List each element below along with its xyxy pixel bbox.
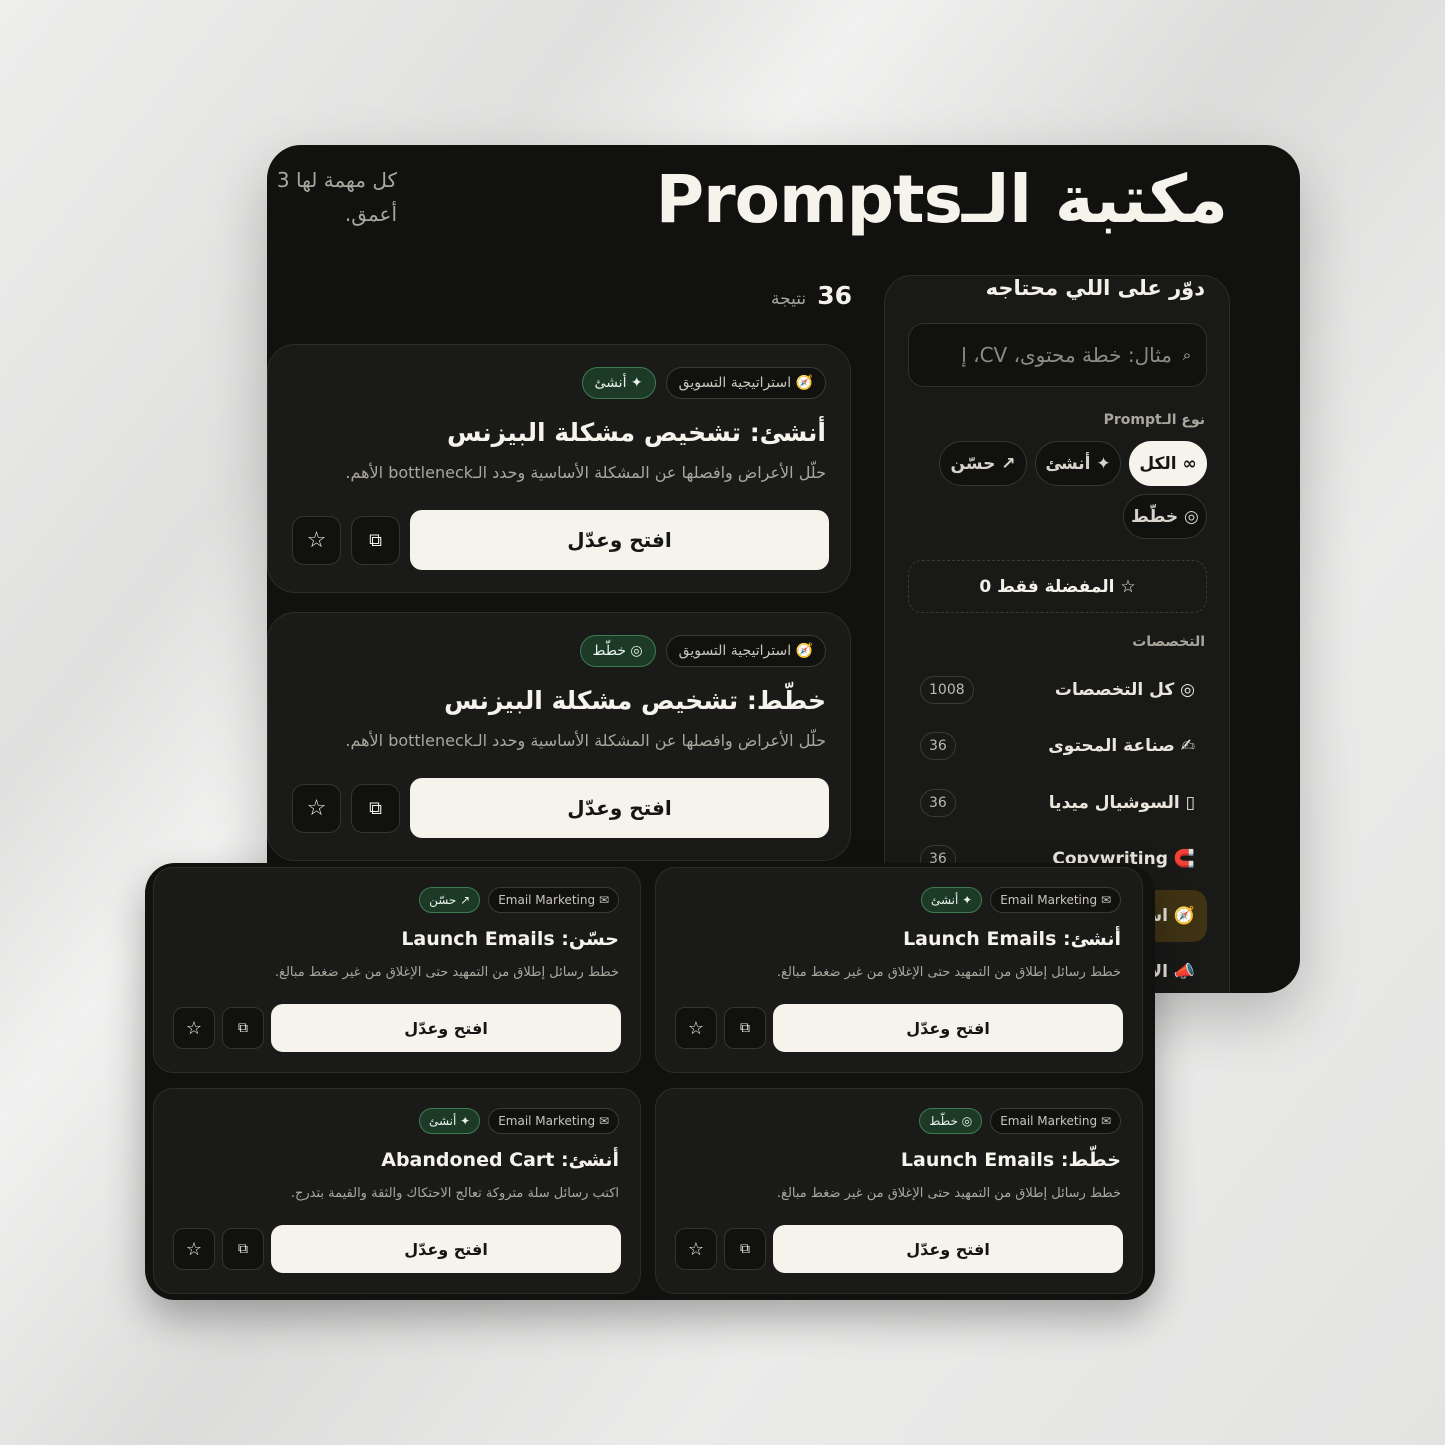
page-title: مكتبة الـPrompts [655, 161, 1229, 238]
card-title: حسّن: Launch Emails [401, 928, 619, 950]
card-title: أنشئ: Launch Emails [903, 928, 1121, 950]
favorites-only-toggle[interactable]: ☆ المفضلة فقط 0 [908, 560, 1207, 613]
category-tag: ✉ Email Marketing [990, 887, 1121, 913]
page-description: كل مهمة لها 3 أعمق. [276, 168, 397, 226]
card-title: أنشئ: تشخيص مشكلة البيزنس [446, 418, 826, 447]
card-tags: ✉ Email Marketing ↗ حسّن [419, 887, 619, 913]
star-icon: ☆ [306, 528, 327, 553]
prompt-card: ✉ Email Marketing ↗ حسّن حسّن: Launch Em… [153, 867, 641, 1073]
copy-button[interactable]: ⧉ [351, 516, 400, 565]
type-tag: ↗ حسّن [419, 887, 481, 913]
specialty-item-social-media[interactable]: ▯ السوشيال ميديا 36 [908, 777, 1207, 829]
specialty-label: ◎ كل التخصصات [1054, 680, 1195, 700]
category-tag: 🧭 استراتيجية التسويق [665, 367, 826, 399]
card-title: خطّط: Launch Emails [900, 1149, 1121, 1171]
results-count: 36 نتيجة [771, 281, 852, 310]
category-tag: ✉ Email Marketing [488, 887, 619, 913]
card-title: خطّط: تشخيص مشكلة البيزنس [444, 686, 826, 715]
prompt-card: ✉ Email Marketing ✦ أنشئ أنشئ: Abandoned… [153, 1088, 641, 1294]
filter-chip-plan[interactable]: ◎ خطّط [1123, 494, 1207, 539]
category-tag: ✉ Email Marketing [488, 1108, 619, 1134]
copy-button[interactable]: ⧉ [222, 1007, 264, 1049]
copy-button[interactable]: ⧉ [222, 1228, 264, 1270]
copy-icon: ⧉ [740, 1020, 750, 1036]
favorite-button[interactable]: ☆ [675, 1007, 717, 1049]
card-description: خطط رسائل إطلاق من التمهيد حتى الإغلاق م… [274, 965, 619, 980]
card-tags: 🧭 استراتيجية التسويق ◎ خطّط [579, 635, 826, 667]
category-tag: 🧭 استراتيجية التسويق [665, 635, 826, 667]
type-tag: ✦ أنشئ [581, 367, 656, 399]
specialty-count: 36 [920, 732, 956, 760]
specialties-label: التخصصات [1132, 634, 1205, 650]
card-description: حلّل الأعراض وافصلها عن المشكلة الأساسية… [345, 463, 826, 482]
filter-chip-improve[interactable]: ↗ حسّن [939, 441, 1027, 486]
results-number: 36 [817, 281, 852, 310]
card-description: اكتب رسائل سلة متروكة تعالج الاحتكاك وال… [290, 1186, 619, 1201]
specialty-count: 1008 [920, 676, 974, 704]
filter-chip-all[interactable]: ∞ الكل [1129, 441, 1207, 486]
category-tag: ✉ Email Marketing [990, 1108, 1121, 1134]
star-icon: ☆ [185, 1017, 203, 1039]
copy-button[interactable]: ⧉ [724, 1228, 766, 1270]
copy-icon: ⧉ [238, 1241, 248, 1257]
card-tags: ✉ Email Marketing ✦ أنشئ [418, 1108, 619, 1134]
open-edit-button[interactable]: افتح وعدّل [410, 778, 829, 838]
specialty-label: ✍ صناعة المحتوى [1048, 736, 1195, 756]
favorite-button[interactable]: ☆ [173, 1228, 215, 1270]
type-tag: ◎ خطّط [579, 635, 656, 667]
copy-icon: ⧉ [740, 1241, 750, 1257]
prompt-cards-grid-window: ✉ Email Marketing ✦ أنشئ أنشئ: Launch Em… [145, 863, 1155, 1300]
filter-chip-create[interactable]: ✦ أنشئ [1035, 441, 1121, 486]
open-edit-button[interactable]: افتح وعدّل [773, 1225, 1123, 1273]
prompt-card: 🧭 استراتيجية التسويق ✦ أنشئ أنشئ: تشخيص … [267, 344, 851, 593]
copy-icon: ⧉ [369, 530, 382, 551]
card-tags: 🧭 استراتيجية التسويق ✦ أنشئ [581, 367, 826, 399]
open-edit-button[interactable]: افتح وعدّل [410, 510, 829, 570]
star-icon: ☆ [185, 1238, 203, 1260]
results-label: نتيجة [771, 289, 807, 309]
card-tags: ✉ Email Marketing ✦ أنشئ [920, 887, 1121, 913]
favorite-button[interactable]: ☆ [292, 784, 341, 833]
prompt-card: ✉ Email Marketing ✦ أنشئ أنشئ: Launch Em… [655, 867, 1143, 1073]
type-tag: ◎ خطّط [919, 1108, 983, 1134]
type-tag: ✦ أنشئ [418, 1108, 481, 1134]
copy-button[interactable]: ⧉ [724, 1007, 766, 1049]
specialty-label: ▯ السوشيال ميديا [1048, 793, 1195, 813]
card-description: حلّل الأعراض وافصلها عن المشكلة الأساسية… [345, 731, 826, 750]
search-input[interactable] [923, 343, 1172, 367]
search-icon: ⌕ [1182, 346, 1192, 364]
star-icon: ☆ [687, 1238, 705, 1260]
search-box[interactable]: ⌕ [908, 323, 1207, 387]
sidebar-title: دوّر على اللي محتاجه [985, 276, 1205, 300]
card-title: أنشئ: Abandoned Cart [381, 1149, 619, 1171]
card-description: خطط رسائل إطلاق من التمهيد حتى الإغلاق م… [776, 1186, 1121, 1201]
open-edit-button[interactable]: افتح وعدّل [271, 1225, 621, 1273]
copy-icon: ⧉ [369, 798, 382, 819]
open-edit-button[interactable]: افتح وعدّل [271, 1004, 621, 1052]
card-description: خطط رسائل إطلاق من التمهيد حتى الإغلاق م… [776, 965, 1121, 980]
type-tag: ✦ أنشئ [920, 887, 983, 913]
copy-icon: ⧉ [238, 1020, 248, 1036]
specialty-item-content[interactable]: ✍ صناعة المحتوى 36 [908, 720, 1207, 772]
star-icon: ☆ [306, 796, 327, 821]
card-tags: ✉ Email Marketing ◎ خطّط [919, 1108, 1121, 1134]
star-icon: ☆ [687, 1017, 705, 1039]
specialty-count: 36 [920, 789, 956, 817]
copy-button[interactable]: ⧉ [351, 784, 400, 833]
prompt-card: 🧭 استراتيجية التسويق ◎ خطّط خطّط: تشخيص … [267, 612, 851, 861]
prompt-card: ✉ Email Marketing ◎ خطّط خطّط: Launch Em… [655, 1088, 1143, 1294]
specialty-item-all[interactable]: ◎ كل التخصصات 1008 [908, 664, 1207, 716]
prompt-type-label: نوع الـPrompt [1103, 412, 1205, 428]
favorite-button[interactable]: ☆ [675, 1228, 717, 1270]
open-edit-button[interactable]: افتح وعدّل [773, 1004, 1123, 1052]
favorite-button[interactable]: ☆ [292, 516, 341, 565]
favorite-button[interactable]: ☆ [173, 1007, 215, 1049]
